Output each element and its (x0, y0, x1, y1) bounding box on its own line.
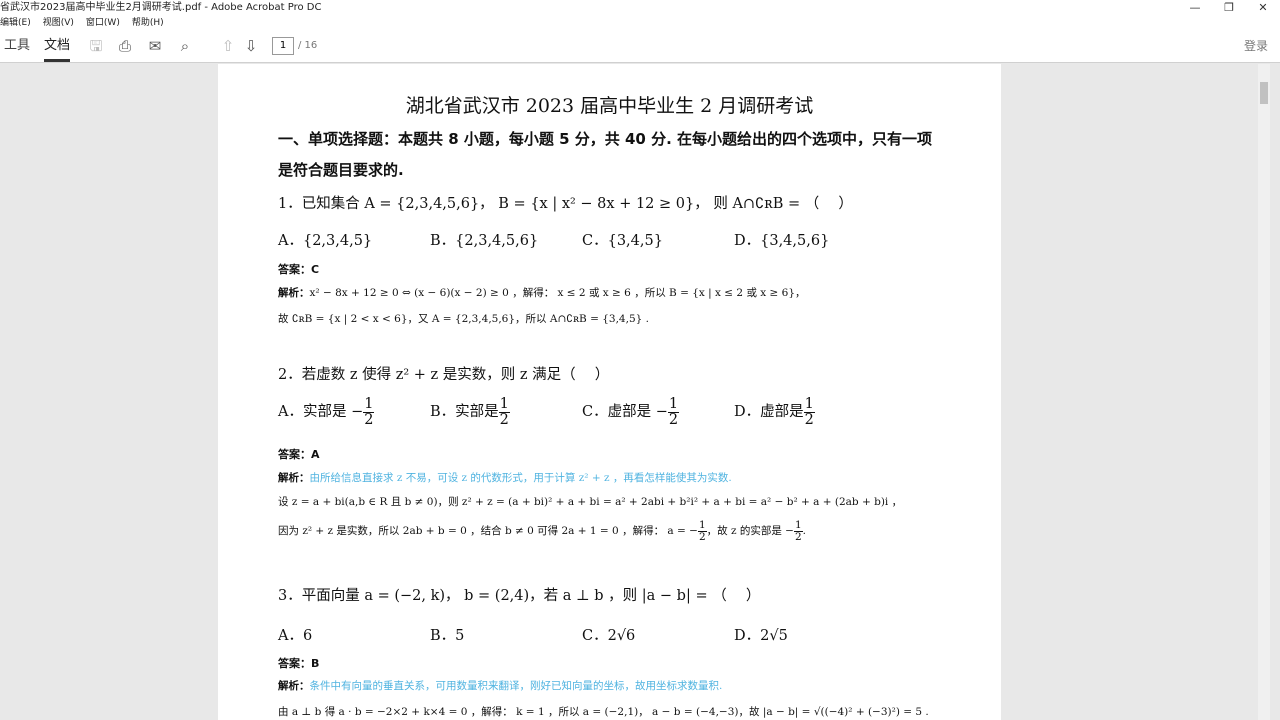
q2-option-a: A．实部是 −1 2 (278, 396, 375, 428)
q1-option-c: C．{3,4,5} (582, 233, 663, 249)
q3-option-d: D．2√5 (734, 628, 788, 644)
question-2: 2．若虚数 z 使得 z² + z 是实数，则 z 满足（ ） (278, 367, 610, 383)
q1-option-b: B．{2,3,4,5,6} (430, 233, 539, 249)
section-heading: 一、单项选择题：本题共 8 小题，每小题 5 分，共 40 分. 在每小题给出的… (278, 130, 933, 148)
q1-option-a: A．{2,3,4,5} (278, 233, 373, 249)
q1-explanation-2: 故 ∁ʀB = {x | 2 < x < 6}，又 A = {2,3,4,5,6… (278, 313, 649, 325)
q2-answer: 答案：A (278, 448, 320, 461)
vertical-scrollbar[interactable] (1258, 64, 1270, 720)
q3-option-a: A．6 (278, 628, 313, 644)
window-title: 省武汉市2023届高中毕业生2月调研考试.pdf - Adobe Acrobat… (0, 2, 322, 13)
question-3: 3．平面向量 a = (−2, k)， b = (2,4)，若 a ⊥ b ，则… (278, 588, 761, 604)
search-icon[interactable]: ⌕ (177, 38, 193, 54)
q1-option-d: D．{3,4,5,6} (734, 233, 830, 249)
next-page-icon[interactable]: ⇩ (243, 38, 259, 54)
q2-hint: 解析：由所给信息直接求 z 不易，可设 z 的代数形式，用于计算 z² + z … (278, 472, 732, 484)
page-total: / 16 (298, 40, 318, 51)
save-icon[interactable]: 🖫 (88, 38, 104, 54)
menu-bar: 编辑(E) 视图(V) 窗口(W) 帮助(H) (0, 16, 1280, 30)
q3-option-b: B．5 (430, 628, 465, 644)
q3-answer: 答案：B (278, 657, 320, 670)
q1-explanation-1: 解析：x² − 8x + 12 ≥ 0 ⇔ (x − 6)(x − 2) ≥ 0… (278, 287, 806, 299)
menu-edit[interactable]: 编辑(E) (0, 16, 31, 30)
q3-option-c: C．2√6 (582, 628, 636, 644)
q2-explanation-1: 设 z = a + bi(a,b ∈ R 且 b ≠ 0)，则 z² + z =… (278, 496, 903, 508)
q2-option-d: D．虚部是 1 2 (734, 396, 815, 428)
menu-window[interactable]: 窗口(W) (86, 16, 120, 30)
question-1: 1．已知集合 A = {2,3,4,5,6}， B = {x | x² − 8x… (278, 196, 853, 212)
print-icon[interactable]: ⎙ (117, 38, 133, 54)
tab-document[interactable]: 文档 (44, 30, 71, 62)
page-number-input[interactable]: 1 (272, 37, 294, 55)
section-heading-2: 是符合题目要求的. (278, 161, 404, 179)
menu-view[interactable]: 视图(V) (43, 16, 74, 30)
minimize-button[interactable]: — (1178, 0, 1212, 16)
pdf-page: 湖北省武汉市 2023 届高中毕业生 2 月调研考试 一、单项选择题：本题共 8… (218, 64, 1001, 720)
q2-option-c: C．虚部是 −1 2 (582, 396, 680, 428)
close-button[interactable]: ✕ (1246, 0, 1280, 16)
q2-option-b: B．实部是 1 2 (430, 396, 510, 428)
title-bar: 省武汉市2023届高中毕业生2月调研考试.pdf - Adobe Acrobat… (0, 0, 1280, 16)
q1-answer: 答案：C (278, 263, 320, 276)
tab-tools[interactable]: 工具 (4, 30, 30, 62)
q3-explanation-1: 由 a ⊥ b 得 a · b = −2×2 + k×4 = 0 ，解得： k … (278, 706, 929, 718)
scrollbar-thumb[interactable] (1260, 82, 1268, 104)
q3-hint: 解析：条件中有向量的垂直关系，可用数量积来翻译，刚好已知向量的坐标，故用坐标求数… (278, 680, 723, 692)
login-link[interactable]: 登录 (1244, 30, 1268, 62)
restore-button[interactable]: ❐ (1212, 0, 1246, 16)
toolbar: 工具 文档 🖫 ⎙ ✉ ⌕ ⇧ ⇩ 登录 (0, 30, 1280, 63)
q2-explanation-2: 因为 z² + z 是实数，所以 2ab + b = 0 ，结合 b ≠ 0 可… (278, 519, 807, 543)
menu-help[interactable]: 帮助(H) (132, 16, 164, 30)
document-title: 湖北省武汉市 2023 届高中毕业生 2 月调研考试 (405, 95, 814, 117)
email-icon[interactable]: ✉ (147, 38, 163, 54)
previous-page-icon[interactable]: ⇧ (220, 38, 236, 54)
